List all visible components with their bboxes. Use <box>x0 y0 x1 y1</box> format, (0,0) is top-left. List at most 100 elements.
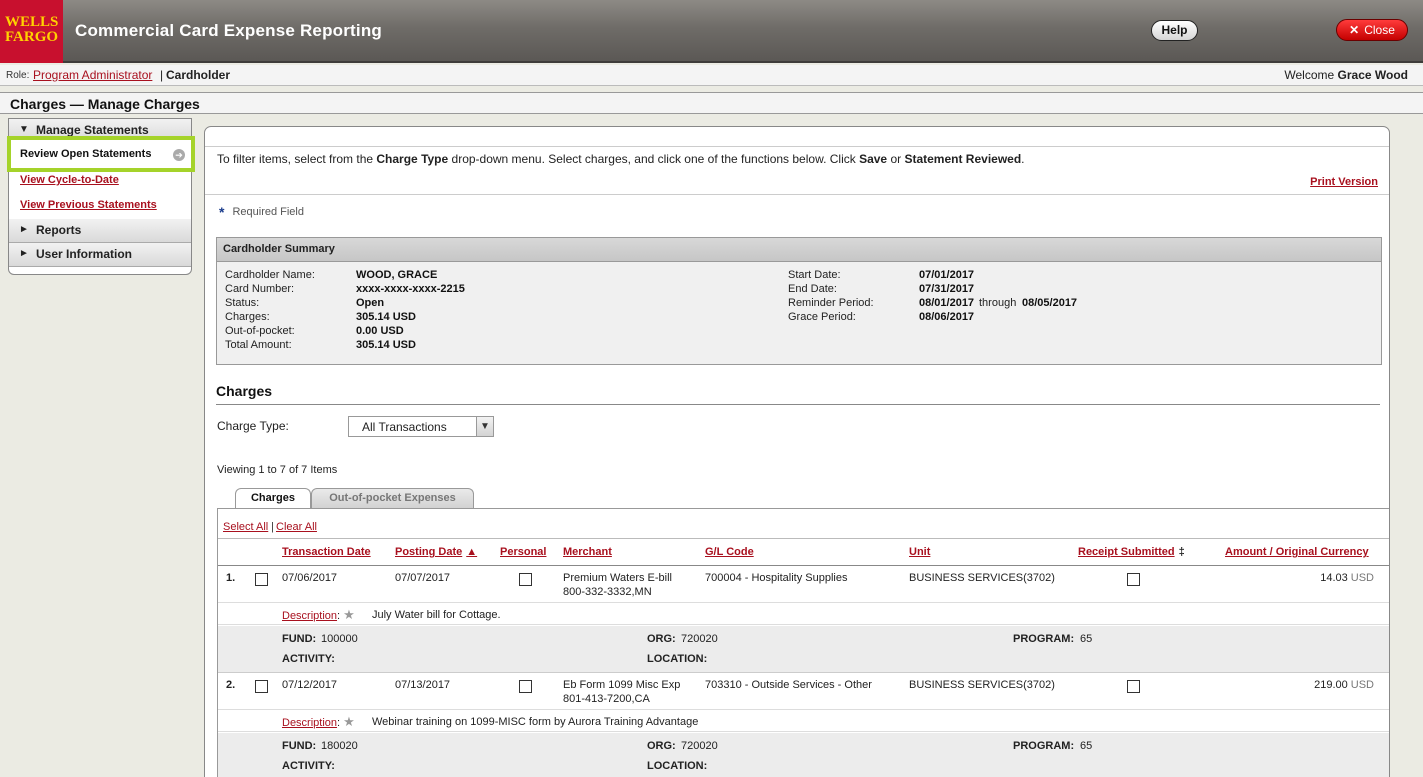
summary-value: 08/01/2017 <box>919 297 975 309</box>
select-all-link[interactable]: Select All <box>223 521 268 533</box>
col-transaction-date[interactable]: Transaction Date <box>282 546 371 558</box>
program-value: 65 <box>1080 633 1093 645</box>
summary-label: Card Number: <box>225 283 295 295</box>
nav-section-reports[interactable]: ► Reports <box>9 219 191 243</box>
description-link[interactable]: Description <box>282 610 337 622</box>
col-personal[interactable]: Personal <box>500 546 546 558</box>
app-title: Commercial Card Expense Reporting <box>75 21 383 40</box>
description-row: Description: ★ July Water bill for Cotta… <box>218 604 1389 625</box>
description-text: July Water bill for Cottage. <box>372 609 501 621</box>
charge-type-select[interactable]: All Transactions ▼ <box>348 416 494 437</box>
row-select-checkbox[interactable] <box>255 680 268 693</box>
row-number: 1. <box>226 572 236 584</box>
sort-ascending-icon: ▲ <box>466 546 478 558</box>
receipt-submitted-checkbox[interactable] <box>1127 573 1140 586</box>
program-label: PROGRAM: <box>1013 740 1075 752</box>
clear-all-link[interactable]: Clear All <box>276 521 317 533</box>
table-header: Transaction Date Posting Date ▲ Personal … <box>218 540 1389 566</box>
selection-bar: Select All | Clear All <box>218 509 1389 539</box>
col-amount[interactable]: Amount / Original Currency <box>1225 546 1369 558</box>
summary-value: 0.00 USD <box>356 325 404 337</box>
program-label: PROGRAM: <box>1013 633 1075 645</box>
tab-out-of-pocket-expenses[interactable]: Out-of-pocket Expenses <box>311 488 474 508</box>
summary-label: Cardholder Name: <box>225 269 315 281</box>
col-posting-date[interactable]: Posting Date ▲ <box>395 546 477 558</box>
row-select-checkbox[interactable] <box>255 573 268 586</box>
amount: 219.00 USD <box>1314 679 1374 691</box>
summary-value: 305.14 USD <box>356 339 416 351</box>
description-row: Description: ★ Webinar training on 1099-… <box>218 711 1389 732</box>
star-icon: ★ <box>343 607 355 622</box>
description-link[interactable]: Description <box>282 717 337 729</box>
org-label: ORG: <box>647 740 676 752</box>
welcome-message: Welcome Grace Wood <box>1284 68 1408 82</box>
accounting-row: FUND: 180020 ORG: 720020 PROGRAM: 65 ACT… <box>218 733 1389 777</box>
nav-item-view-previous-statements[interactable]: View Previous Statements <box>20 199 157 211</box>
activity-label: ACTIVITY: <box>282 760 335 772</box>
divider <box>216 404 1380 405</box>
cardholder-summary: Cardholder Summary Cardholder Name: WOOD… <box>216 237 1382 365</box>
nav-item-review-open-statements[interactable]: Review Open Statements ➔ <box>7 136 195 172</box>
fund-value: 180020 <box>321 740 358 752</box>
star-icon: ★ <box>343 714 355 729</box>
col-receipt-submitted: Receipt Submitted ‡ <box>1078 546 1185 558</box>
charges-heading: Charges <box>216 383 273 399</box>
location-label: LOCATION: <box>647 760 708 772</box>
help-button[interactable]: Help <box>1151 20 1198 41</box>
tab-charges[interactable]: Charges <box>235 488 311 509</box>
summary-value: 07/31/2017 <box>919 283 975 295</box>
nav-section-user-information[interactable]: ► User Information <box>9 243 191 267</box>
col-gl-code[interactable]: G/L Code <box>705 546 754 558</box>
role-program-administrator-link[interactable]: Program Administrator <box>33 68 152 82</box>
summary-value: 07/01/2017 <box>919 269 975 281</box>
arrow-right-circle-icon: ➔ <box>173 149 185 161</box>
summary-label: Start Date: <box>788 269 841 281</box>
summary-label: Total Amount: <box>225 339 292 351</box>
org-value: 720020 <box>681 740 718 752</box>
charge-type-label: Charge Type: <box>217 419 289 433</box>
posting-date: 07/13/2017 <box>395 679 451 691</box>
org-label: ORG: <box>647 633 676 645</box>
divider <box>205 194 1389 195</box>
personal-checkbox[interactable] <box>519 680 532 693</box>
program-value: 65 <box>1080 740 1093 752</box>
summary-label: Out-of-pocket: <box>225 325 295 337</box>
description-text: Webinar training on 1099-MISC form by Au… <box>372 716 699 728</box>
collapsed-triangle-icon: ► <box>19 248 29 259</box>
amount: 14.03 USD <box>1320 572 1374 584</box>
fund-value: 100000 <box>321 633 358 645</box>
user-name: Grace Wood <box>1337 68 1408 82</box>
collapsed-triangle-icon: ► <box>19 224 29 235</box>
personal-checkbox[interactable] <box>519 573 532 586</box>
gl-code: 703310 - Outside Services - Other <box>705 679 872 691</box>
wells-fargo-logo: WELLS FARGO <box>0 0 63 63</box>
unit: BUSINESS SERVICES(3702) <box>909 572 1055 584</box>
posting-date: 07/07/2017 <box>395 572 451 584</box>
dagger-icon: ‡ <box>1178 546 1185 558</box>
activity-label: ACTIVITY: <box>282 653 335 665</box>
role-separator: | <box>160 68 164 82</box>
description-label: Description: ★ <box>282 714 355 730</box>
close-button[interactable]: ✕ Close <box>1336 19 1408 41</box>
fund-label: FUND: <box>282 740 317 752</box>
app-header: WELLS FARGO Commercial Card Expense Repo… <box>0 0 1423 63</box>
receipt-submitted-checkbox[interactable] <box>1127 680 1140 693</box>
nav-item-view-cycle-to-date[interactable]: View Cycle-to-Date <box>20 174 119 186</box>
description-label: Description: ★ <box>282 607 355 623</box>
row-number: 2. <box>226 679 236 691</box>
role-label: Role: <box>6 70 30 81</box>
col-unit[interactable]: Unit <box>909 546 930 558</box>
transaction-date: 07/12/2017 <box>282 679 338 691</box>
summary-label: Reminder Period: <box>788 297 874 309</box>
location-label: LOCATION: <box>647 653 708 665</box>
summary-value: xxxx-xxxx-xxxx-2215 <box>356 283 465 295</box>
summary-label: End Date: <box>788 283 837 295</box>
col-merchant[interactable]: Merchant <box>563 546 612 558</box>
org-value: 720020 <box>681 633 718 645</box>
required-star-icon: * <box>219 204 225 220</box>
through-word: through <box>979 297 1017 309</box>
role-bar: Role: Program Administrator | Cardholder… <box>0 65 1423 86</box>
print-version-link[interactable]: Print Version <box>1310 176 1378 188</box>
page-title-bar: Charges — Manage Charges <box>0 92 1423 114</box>
summary-value: 08/05/2017 <box>1022 297 1078 309</box>
